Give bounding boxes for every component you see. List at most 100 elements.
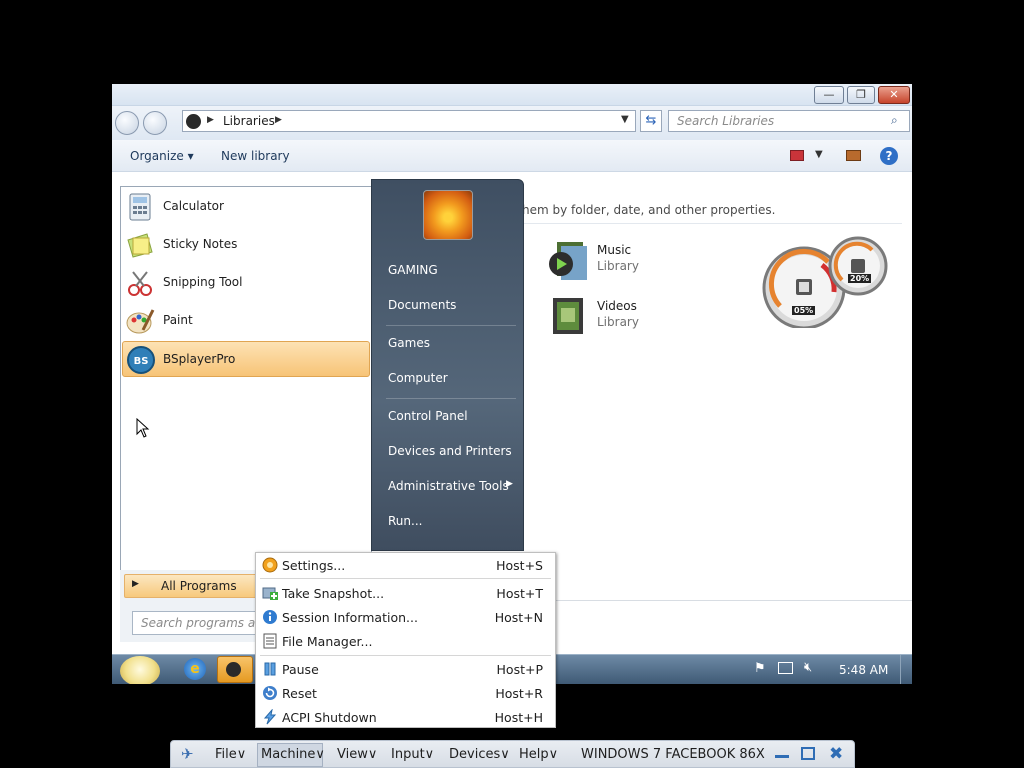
menu-view[interactable]: View∨ bbox=[337, 747, 377, 762]
menu-devices[interactable]: Devices∨ bbox=[449, 747, 510, 762]
show-desktop-button[interactable] bbox=[900, 655, 910, 684]
menu-item-session-information[interactable]: Session Information... Host+N bbox=[256, 605, 555, 629]
program-snipping-tool[interactable]: Snipping Tool bbox=[121, 265, 371, 301]
memory-usage-value: 20% bbox=[848, 274, 872, 283]
close-vm-icon[interactable]: ✖ bbox=[829, 744, 843, 764]
view-options-icon[interactable] bbox=[790, 150, 804, 161]
menu-item-take-snapshot[interactable]: Take Snapshot... Host+T bbox=[256, 581, 555, 605]
help-icon[interactable]: ? bbox=[880, 147, 898, 165]
organize-button[interactable]: Organize ▾ bbox=[130, 149, 194, 163]
menu-item-settings[interactable]: Settings... Host+S bbox=[256, 553, 555, 577]
menu-label: ACPI Shutdown bbox=[282, 710, 377, 725]
menu-file[interactable]: File∨ bbox=[215, 747, 246, 762]
program-calculator[interactable]: Calculator bbox=[121, 189, 371, 225]
menu-machine[interactable]: Machine∨ bbox=[261, 747, 325, 762]
videos-library-type: Library bbox=[597, 315, 639, 329]
search-input[interactable]: Search Libraries ⌕ bbox=[668, 110, 910, 132]
pause-icon bbox=[262, 661, 278, 677]
forward-button[interactable] bbox=[143, 111, 167, 135]
taskbar-libraries-button[interactable] bbox=[217, 656, 253, 683]
cpu-meter-gadget[interactable]: 05% 20% bbox=[762, 232, 890, 330]
address-bar[interactable]: ▶ Libraries ▶ ▼ bbox=[182, 110, 636, 132]
library-item-music[interactable]: Music Library bbox=[547, 236, 727, 284]
start-item-documents[interactable]: Documents bbox=[388, 298, 456, 312]
breadcrumb-chevron-icon[interactable]: ▶ bbox=[275, 115, 282, 125]
menu-devices-label: Devices bbox=[449, 747, 501, 762]
volume-muted-icon[interactable]: 🔇︎ bbox=[804, 660, 812, 675]
start-orb-button[interactable] bbox=[120, 656, 160, 684]
libraries-taskbar-icon bbox=[226, 662, 241, 677]
taskbar-clock[interactable]: 5:48 AM bbox=[839, 663, 888, 677]
library-description: hem by folder, date, and other propertie… bbox=[522, 203, 776, 217]
paint-icon bbox=[125, 306, 155, 336]
submenu-arrow-icon: ▶ bbox=[506, 479, 513, 489]
internet-explorer-icon[interactable]: e bbox=[184, 658, 206, 680]
breadcrumb-arrow-icon[interactable]: ▶ bbox=[207, 115, 214, 125]
menu-input[interactable]: Input∨ bbox=[391, 747, 434, 762]
start-item-gaming[interactable]: GAMING bbox=[388, 263, 438, 277]
refresh-icon[interactable]: ⇆ bbox=[640, 110, 662, 132]
bsplayer-icon: BS bbox=[126, 345, 156, 375]
preview-pane-icon[interactable] bbox=[846, 150, 861, 161]
program-label: Snipping Tool bbox=[163, 275, 243, 289]
right-pane-separator bbox=[386, 398, 516, 399]
start-item-control-panel[interactable]: Control Panel bbox=[388, 409, 468, 423]
back-button[interactable] bbox=[115, 111, 139, 135]
menu-shortcut: Host+R bbox=[495, 686, 543, 701]
menu-label: Take Snapshot... bbox=[282, 586, 385, 601]
view-dropdown-icon[interactable]: ▼ bbox=[815, 149, 823, 160]
maximize-button[interactable]: ❐ bbox=[847, 86, 875, 104]
minimize-vm-icon[interactable] bbox=[775, 755, 789, 758]
details-divider bbox=[522, 600, 912, 601]
start-item-administrative-tools[interactable]: Administrative Tools bbox=[388, 479, 509, 493]
close-button[interactable]: ✕ bbox=[878, 86, 910, 104]
settings-icon bbox=[262, 557, 278, 573]
menu-shortcut: Host+H bbox=[494, 710, 543, 725]
explorer-title-bar[interactable]: — ❐ ✕ bbox=[112, 84, 912, 106]
start-menu-right-pane: GAMING Documents Games Computer Control … bbox=[371, 179, 524, 551]
library-item-videos[interactable]: Videos Library bbox=[547, 292, 727, 340]
file-manager-icon bbox=[262, 633, 278, 649]
start-item-run[interactable]: Run... bbox=[388, 514, 422, 528]
music-library-name: Music bbox=[597, 243, 632, 257]
program-paint[interactable]: Paint bbox=[121, 303, 371, 339]
search-icon[interactable]: ⌕ bbox=[891, 113, 898, 128]
menu-item-acpi-shutdown[interactable]: ACPI Shutdown Host+H bbox=[256, 705, 555, 729]
all-programs-arrow-icon: ▶ bbox=[132, 579, 139, 589]
menu-help[interactable]: Help∨ bbox=[519, 747, 558, 762]
menu-shortcut: Host+P bbox=[496, 662, 543, 677]
program-bsplayerpro[interactable]: BS BSplayerPro bbox=[122, 341, 370, 377]
menu-machine-label: Machine bbox=[261, 747, 316, 762]
start-search-placeholder: Search programs and bbox=[141, 616, 271, 630]
snipping-tool-icon bbox=[125, 268, 155, 298]
address-dropdown-icon[interactable]: ▼ bbox=[621, 114, 629, 125]
snapshot-icon bbox=[262, 585, 278, 601]
restore-vm-icon[interactable] bbox=[801, 747, 815, 760]
start-item-devices-printers[interactable]: Devices and Printers bbox=[388, 444, 512, 458]
menu-item-pause[interactable]: Pause Host+P bbox=[256, 657, 555, 681]
action-center-flag-icon[interactable]: ⚑ bbox=[754, 661, 766, 676]
menu-item-file-manager[interactable]: File Manager... bbox=[256, 629, 555, 653]
menu-label: File Manager... bbox=[282, 634, 373, 649]
videos-library-icon bbox=[547, 294, 589, 338]
organize-label: Organize bbox=[130, 149, 184, 163]
virtualbox-menu-bar: ✈ File∨ Machine∨ View∨ Input∨ Devices∨ H… bbox=[170, 740, 855, 768]
user-avatar[interactable] bbox=[423, 190, 473, 240]
menu-item-reset[interactable]: Reset Host+R bbox=[256, 681, 555, 705]
network-icon[interactable] bbox=[778, 662, 793, 674]
minimize-button[interactable]: — bbox=[814, 86, 844, 104]
vm-title: WINDOWS 7 FACEBOOK 86X bbox=[581, 747, 765, 762]
calculator-icon bbox=[125, 192, 155, 222]
start-item-computer[interactable]: Computer bbox=[388, 371, 448, 385]
new-library-button[interactable]: New library bbox=[221, 149, 290, 163]
menu-shortcut: Host+T bbox=[496, 586, 543, 601]
breadcrumb-libraries[interactable]: Libraries bbox=[223, 114, 275, 128]
pin-icon[interactable]: ✈ bbox=[181, 745, 194, 763]
menu-separator bbox=[260, 578, 551, 579]
program-sticky-notes[interactable]: Sticky Notes bbox=[121, 227, 371, 263]
all-programs-label: All Programs bbox=[161, 579, 237, 593]
program-label: Sticky Notes bbox=[163, 237, 238, 251]
explorer-toolbar: Organize ▾ New library ▼ ? bbox=[112, 140, 912, 172]
start-item-games[interactable]: Games bbox=[388, 336, 430, 350]
info-icon bbox=[262, 609, 278, 625]
